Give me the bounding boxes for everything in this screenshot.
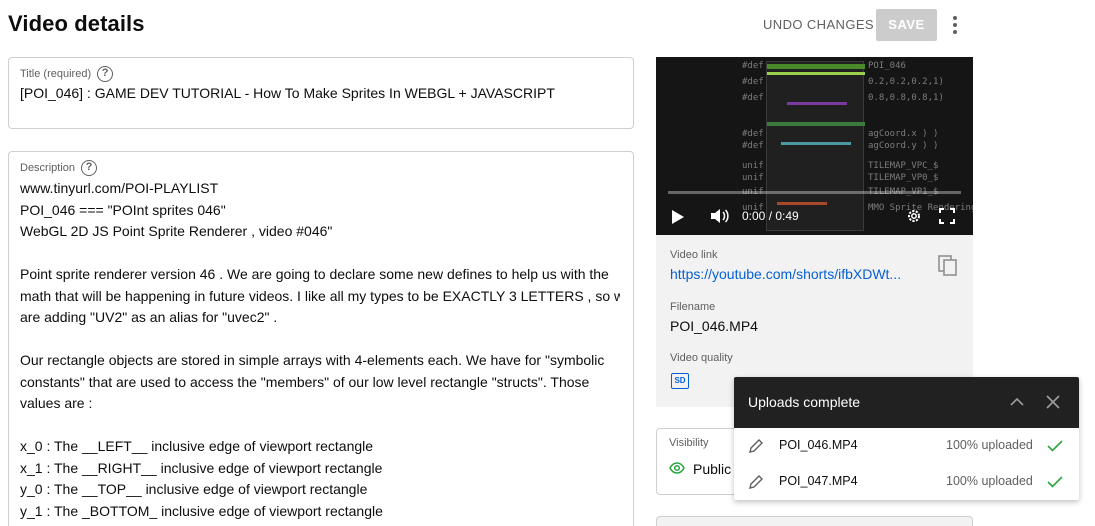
code-text: #def [742,93,764,103]
description-line: WebGL 2D JS Point Sprite Renderer , vide… [20,223,333,239]
help-icon[interactable]: ? [81,160,98,176]
uploads-header: Uploads complete [734,377,1079,428]
video-inner-screen [766,61,865,231]
filename-value: POI_046.MP4 [670,318,758,334]
upload-item: POI_046.MP4 100% uploaded [734,428,1079,464]
filename-label: Filename [670,301,716,313]
description-line: www.tinyurl.com/POI-PLAYLIST [20,180,219,196]
code-text: unif [742,173,764,183]
description-field-label: Description [20,162,76,174]
description-line: x_0 : The __LEFT__ inclusive edge of vie… [20,438,374,454]
description-line: POI_046 === "POInt sprites 046" [20,201,226,218]
video-link[interactable]: https://youtube.com/shorts/ifbXDWt... [670,266,916,282]
upload-status: 100% uploaded [946,474,1033,488]
check-icon [1047,440,1063,452]
code-text: 0.8,0.8,0.8,1) [868,93,944,103]
chevron-up-icon[interactable] [1010,395,1024,409]
description-line: Our rectangle objects are stored in simp… [20,352,605,368]
title-field-label: Title (required) [20,68,92,80]
code-text: #def [742,61,764,71]
upload-filename: POI_047.MP4 [779,474,858,488]
code-text: agCoord.y ) ) [868,141,939,151]
code-text: #def [742,129,764,139]
uploads-complete-popup: Uploads complete POI_046.MP4 100% upload… [734,377,1079,500]
eye-icon [669,462,685,474]
pencil-icon[interactable] [748,438,764,454]
help-icon[interactable]: ? [97,66,114,82]
code-text: TILEMAP_VPC_$ [868,161,939,171]
volume-icon[interactable] [709,208,729,224]
upload-item: POI_047.MP4 100% uploaded [734,464,1079,500]
gear-icon[interactable] [906,208,922,224]
undo-changes-button[interactable]: UNDO CHANGES [755,9,882,41]
visibility-value: Public [693,461,732,477]
description-textarea[interactable]: www.tinyurl.com/POI-PLAYLIST POI_046 ===… [20,178,620,522]
description-line: values are : [20,395,93,411]
code-text: #def [742,141,764,151]
visibility-label: Visibility [669,437,709,449]
code-text: TILEMAP_VP0_$ [868,173,939,183]
close-icon[interactable] [1045,394,1061,410]
description-line: are adding "UV2" as an alias for "uvec2"… [20,309,278,325]
code-text: #def [742,77,764,87]
video-progress-bar[interactable] [668,191,961,194]
description-line [20,329,620,351]
check-icon [1047,476,1063,488]
video-quality-label: Video quality [670,352,733,364]
video-time: 0:00 / 0:49 [742,209,799,223]
description-field[interactable]: Description ? www.tinyurl.com/POI-PLAYLI… [8,151,634,526]
copy-icon[interactable] [938,255,958,277]
code-text: POI_046 [868,61,906,71]
uploads-title: Uploads complete [748,394,861,410]
title-input[interactable]: [POI_046] : GAME DEV TUTORIAL - How To M… [20,85,555,101]
sd-quality-icon: SD [671,373,689,389]
description-line: y_0 : The __TOP__ inclusive edge of view… [20,481,368,497]
title-field[interactable]: Title (required) ? [POI_046] : GAME DEV … [8,57,634,129]
description-line: math that will be happening in future vi… [20,287,620,304]
fullscreen-icon[interactable] [939,208,955,224]
more-options-icon[interactable] [944,12,966,38]
description-line [20,243,620,265]
video-preview[interactable]: #def #def #def #def #def unif unif unif unif POI… [656,57,973,235]
next-section-box [656,516,973,526]
upload-filename: POI_046.MP4 [779,438,858,452]
description-line: x_1 : The __RIGHT__ inclusive edge of vi… [20,459,383,476]
page-title: Video details [8,11,145,36]
code-text: unif [742,161,764,171]
description-line [20,415,620,437]
description-line: y_1 : The _BOTTOM_ inclusive edge of vie… [20,502,383,519]
video-link-label: Video link [670,249,718,261]
pencil-icon[interactable] [748,474,764,490]
description-line: constants" that are used to access the "… [20,373,590,390]
save-button[interactable]: SAVE [876,9,937,41]
code-text: 0.2,0.2,0.2,1) [868,77,944,87]
upload-status: 100% uploaded [946,438,1033,452]
play-icon[interactable] [672,210,684,224]
code-text: agCoord.x ) ) [868,129,939,139]
description-line: Point sprite renderer version 46 . We ar… [20,266,609,282]
